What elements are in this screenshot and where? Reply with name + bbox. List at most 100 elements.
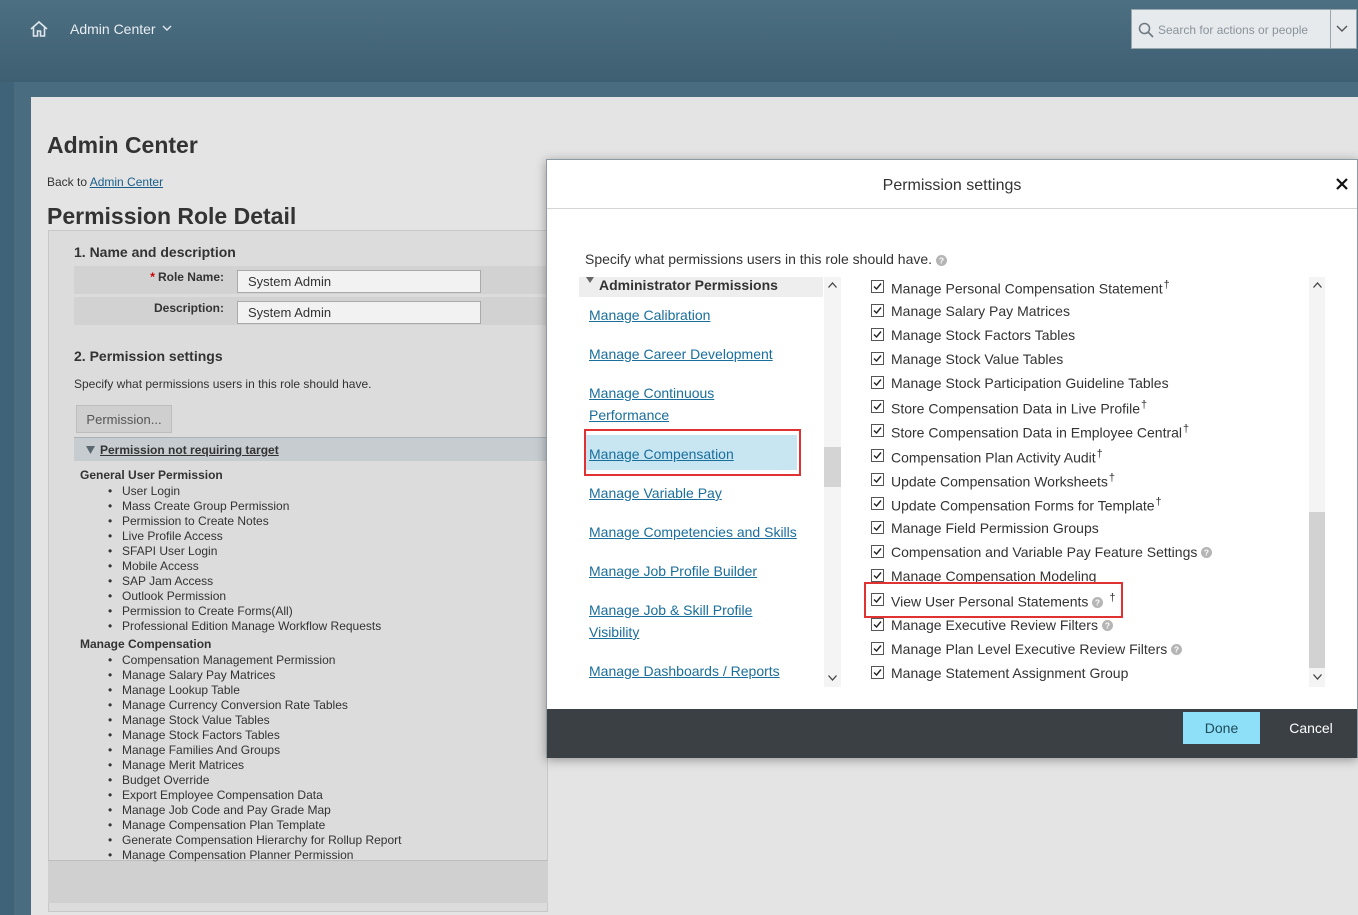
category-manage-continuous-performance-line2[interactable]: Performance bbox=[589, 404, 669, 426]
list-item: Export Employee Compensation Data bbox=[108, 788, 401, 803]
list-item: SAP Jam Access bbox=[108, 574, 381, 589]
scroll-up-icon[interactable] bbox=[828, 282, 837, 288]
permission-label-text: Manage Personal Compensation Statement bbox=[891, 280, 1163, 297]
list-item: Manage Salary Pay Matrices bbox=[108, 668, 401, 683]
list-item: Manage Compensation Planner Permission bbox=[108, 848, 401, 863]
category-manage-job-skill-profile-visibility[interactable]: Manage Job & Skill Profile bbox=[589, 599, 752, 621]
checkbox-checked[interactable] bbox=[871, 352, 884, 365]
chevron-down-icon[interactable] bbox=[162, 23, 172, 33]
list-item: SFAPI User Login bbox=[108, 544, 381, 559]
dialog-header: Permission settings bbox=[547, 160, 1357, 209]
shell-title[interactable]: Admin Center bbox=[70, 21, 156, 37]
checkbox-checked[interactable] bbox=[871, 666, 884, 679]
checkbox-checked[interactable] bbox=[871, 473, 884, 486]
group-general-user: General User Permission bbox=[80, 468, 223, 482]
category-manage-career-development[interactable]: Manage Career Development bbox=[589, 343, 773, 365]
help-icon[interactable]: ? bbox=[1171, 644, 1183, 655]
list-item: Manage Compensation Plan Template bbox=[108, 818, 401, 833]
permission-label: Manage Salary Pay Matrices bbox=[891, 303, 1070, 319]
collapse-triangle-icon bbox=[86, 446, 95, 454]
dagger-marker: † bbox=[1108, 472, 1115, 484]
help-icon[interactable]: ? bbox=[1101, 620, 1113, 631]
permission-row[interactable]: Manage Personal Compensation Statement† bbox=[871, 279, 1311, 301]
permission-row[interactable]: Manage Plan Level Executive Review Filte… bbox=[871, 641, 1311, 663]
done-button[interactable]: Done bbox=[1183, 712, 1260, 744]
svg-text:?: ? bbox=[1204, 548, 1209, 558]
checkbox-checked[interactable] bbox=[871, 400, 884, 413]
category-manage-dashboards-reports[interactable]: Manage Dashboards / Reports bbox=[589, 660, 780, 682]
check-icon bbox=[873, 403, 882, 411]
permission-not-requiring-target-bar[interactable]: Permission not requiring target bbox=[74, 437, 548, 461]
permission-button[interactable]: Permission... bbox=[76, 405, 172, 433]
permission-label: Manage Executive Review Filters? bbox=[891, 617, 1113, 633]
back-link[interactable]: Admin Center bbox=[90, 175, 163, 189]
permission-row[interactable]: Compensation Plan Activity Audit† bbox=[871, 448, 1311, 470]
permission-scrollbar-thumb[interactable] bbox=[1309, 512, 1325, 668]
checkbox-checked[interactable] bbox=[871, 376, 884, 389]
category-header[interactable]: Administrator Permissions bbox=[579, 277, 823, 297]
role-title: Permission Role Detail bbox=[47, 203, 297, 229]
permission-row[interactable]: Compensation and Variable Pay Feature Se… bbox=[871, 544, 1311, 566]
checkbox-checked[interactable] bbox=[871, 304, 884, 317]
permission-row[interactable]: Manage Stock Participation Guideline Tab… bbox=[871, 375, 1311, 397]
dagger-marker: † bbox=[1183, 423, 1190, 435]
checkbox-checked[interactable] bbox=[871, 521, 884, 534]
target-bar-label[interactable]: Permission not requiring target bbox=[100, 443, 279, 457]
checkbox-checked[interactable] bbox=[871, 328, 884, 341]
list-item: Professional Edition Manage Workflow Req… bbox=[108, 619, 381, 634]
permission-label-text: Manage Stock Factors Tables bbox=[891, 327, 1076, 343]
category-scrollbar-thumb[interactable] bbox=[824, 447, 841, 487]
scroll-up-icon[interactable] bbox=[1313, 282, 1322, 288]
category-manage-variable-pay[interactable]: Manage Variable Pay bbox=[589, 482, 722, 504]
manage-compensation-permissions-list: Compensation Management Permission Manag… bbox=[108, 653, 401, 863]
permission-row[interactable]: Manage Field Permission Groups bbox=[871, 520, 1311, 542]
permission-row[interactable]: Manage Salary Pay Matrices bbox=[871, 303, 1311, 325]
checkbox-checked[interactable] bbox=[871, 569, 884, 582]
permission-row[interactable]: Update Compensation Forms for Template† bbox=[871, 496, 1311, 518]
category-manage-competencies-skills[interactable]: Manage Competencies and Skills bbox=[589, 521, 797, 543]
permission-row[interactable]: Store Compensation Data in Live Profile† bbox=[871, 399, 1311, 421]
category-manage-job-profile-builder[interactable]: Manage Job Profile Builder bbox=[589, 560, 757, 582]
list-item: User Login bbox=[108, 484, 381, 499]
permission-label-text: Manage Field Permission Groups bbox=[891, 520, 1099, 536]
list-item: Permission to Create Forms(All) bbox=[108, 604, 381, 619]
permission-row[interactable]: Manage Stock Value Tables bbox=[871, 351, 1311, 373]
checkbox-checked[interactable] bbox=[871, 497, 884, 510]
permission-row[interactable]: Update Compensation Worksheets† bbox=[871, 472, 1311, 494]
permission-row[interactable]: Manage Statement Assignment Group bbox=[871, 665, 1311, 687]
checkbox-checked[interactable] bbox=[871, 545, 884, 558]
role-name-field[interactable]: System Admin bbox=[237, 270, 481, 293]
list-item: Manage Currency Conversion Rate Tables bbox=[108, 698, 401, 713]
help-icon[interactable]: ? bbox=[935, 254, 947, 266]
help-icon[interactable]: ? bbox=[1201, 547, 1213, 558]
permission-label-text: Compensation Plan Activity Audit bbox=[891, 449, 1096, 466]
chevron-down-icon[interactable] bbox=[1336, 24, 1348, 34]
list-item: Live Profile Access bbox=[108, 529, 381, 544]
permission-row[interactable]: Manage Stock Factors Tables bbox=[871, 327, 1311, 349]
permission-row[interactable]: Store Compensation Data in Employee Cent… bbox=[871, 423, 1311, 445]
permission-label: Manage Stock Participation Guideline Tab… bbox=[891, 375, 1169, 391]
permission-label: Store Compensation Data in Live Profile† bbox=[891, 399, 1147, 417]
checkbox-checked[interactable] bbox=[871, 280, 884, 293]
check-icon bbox=[873, 283, 882, 291]
role-name-label-text: Role Name: bbox=[157, 270, 224, 284]
home-icon[interactable] bbox=[29, 19, 49, 39]
search-box[interactable] bbox=[1131, 9, 1357, 49]
scroll-down-icon[interactable] bbox=[1313, 674, 1322, 680]
scroll-down-icon[interactable] bbox=[828, 675, 837, 681]
permission-label: Store Compensation Data in Employee Cent… bbox=[891, 423, 1189, 441]
checkbox-checked[interactable] bbox=[871, 618, 884, 631]
category-manage-calibration[interactable]: Manage Calibration bbox=[589, 304, 710, 326]
category-manage-job-skill-profile-visibility-line2[interactable]: Visibility bbox=[589, 621, 639, 643]
description-field[interactable]: System Admin bbox=[237, 301, 481, 324]
cancel-button[interactable]: Cancel bbox=[1275, 712, 1347, 744]
list-item: Manage Lookup Table bbox=[108, 683, 401, 698]
checkbox-checked[interactable] bbox=[871, 449, 884, 462]
search-input[interactable] bbox=[1158, 20, 1328, 40]
checkbox-checked[interactable] bbox=[871, 424, 884, 437]
category-manage-continuous-performance[interactable]: Manage Continuous bbox=[589, 382, 714, 404]
close-icon[interactable] bbox=[1334, 176, 1350, 192]
checkbox-checked[interactable] bbox=[871, 642, 884, 655]
permission-row[interactable]: Manage Executive Review Filters? bbox=[871, 617, 1311, 639]
check-icon bbox=[873, 452, 882, 460]
